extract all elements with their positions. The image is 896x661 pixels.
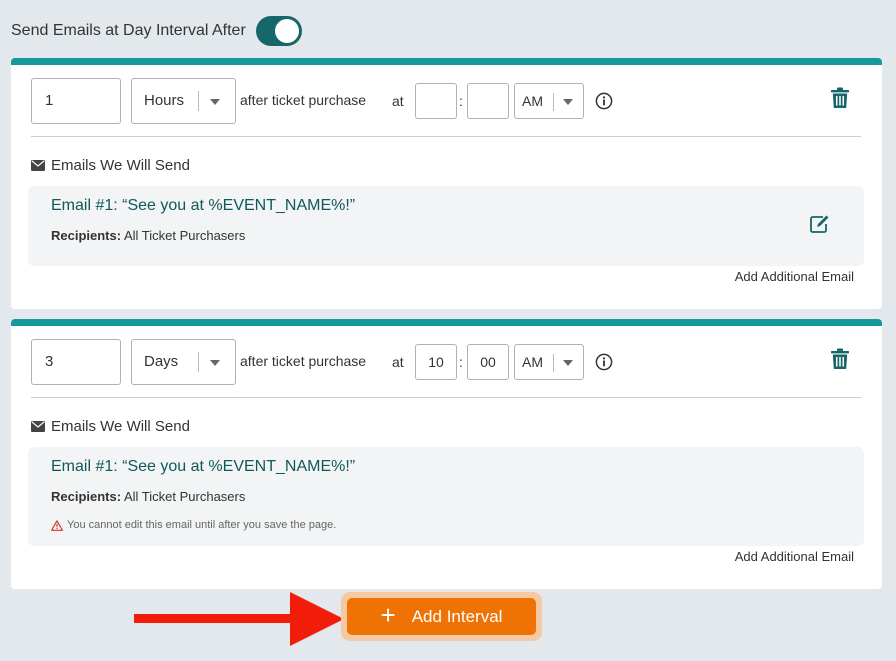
add-interval-button[interactable]: + Add Interval [347,598,536,635]
email-recipients: Recipients: All Ticket Purchasers [51,489,245,504]
recipients-label: Recipients: [51,228,122,243]
recipients-value: All Ticket Purchasers [123,489,246,504]
email-item: Email #1: “See you at %EVENT_NAME%!” Rec… [28,186,864,266]
email-item: Email #1: “See you at %EVENT_NAME%!” Rec… [28,447,864,546]
add-interval-focus-ring: + Add Interval [341,592,542,641]
emails-heading-label: Emails We Will Send [51,156,190,174]
arrow-right-icon [134,592,344,646]
hour-input[interactable] [415,83,457,119]
chevron-down-icon [210,360,220,366]
trash-icon[interactable] [831,348,849,370]
edit-warning: You cannot edit this email until after y… [51,519,336,531]
divider [31,136,861,137]
meridiem-select[interactable]: AM [514,83,584,119]
info-icon[interactable] [595,353,613,371]
edit-warning-text: You cannot edit this email until after y… [67,519,337,531]
email-title: Email #1: “See you at %EVENT_NAME%!” [51,458,356,475]
chevron-down-icon [563,99,573,105]
info-icon[interactable] [595,92,613,110]
interval-settings-row: 1 Hours after ticket purchase at : AM [31,78,861,124]
unit-select-value: Days [144,353,179,370]
time-colon: : [459,93,463,109]
minute-input[interactable]: 00 [467,344,509,380]
unit-select-value: Hours [144,92,185,109]
interval-card: 3 Days after ticket purchase at 10 : 00 … [11,319,882,589]
hour-input[interactable]: 10 [415,344,457,380]
chevron-down-icon [210,99,220,105]
after-purchase-text: after ticket purchase [240,353,367,369]
divider [31,397,861,398]
interval-unit-select[interactable]: Days [131,339,236,385]
recipients-label: Recipients: [51,489,122,504]
meridiem-value: AM [522,354,543,370]
warning-icon [51,519,63,531]
meridiem-value: AM [522,93,543,109]
toggle-knob [274,19,299,43]
email-recipients: Recipients: All Ticket Purchasers [51,228,245,243]
chevron-down-icon [563,360,573,366]
day-interval-toggle-row: Send Emails at Day Interval After [11,14,302,48]
interval-amount-input[interactable]: 1 [31,78,121,124]
envelope-icon [31,420,45,432]
emails-heading-label: Emails We Will Send [51,417,190,435]
at-label: at [392,354,404,370]
toggle-label: Send Emails at Day Interval After [11,22,246,39]
recipients-value: All Ticket Purchasers [123,228,246,243]
after-purchase-text: after ticket purchase [240,92,367,108]
emails-heading: Emails We Will Send [31,154,190,176]
add-interval-label: Add Interval [411,606,503,626]
select-divider [198,352,199,372]
add-additional-email-link[interactable]: Add Additional Email [735,269,854,284]
at-label: at [392,93,404,109]
interval-settings-row: 3 Days after ticket purchase at 10 : 00 … [31,339,861,385]
select-divider [553,354,554,372]
interval-card: 1 Hours after ticket purchase at : AM Em… [11,58,882,309]
email-title: Email #1: “See you at %EVENT_NAME%!” [51,197,356,214]
envelope-icon [31,159,45,171]
add-additional-email-link[interactable]: Add Additional Email [735,549,854,564]
select-divider [198,91,199,111]
select-divider [553,93,554,111]
edit-icon[interactable] [809,214,830,234]
interval-amount-input[interactable]: 3 [31,339,121,385]
minute-input[interactable] [467,83,509,119]
plus-icon: + [380,600,396,630]
time-colon: : [459,354,463,370]
trash-icon[interactable] [831,87,849,109]
day-interval-toggle[interactable] [255,16,302,46]
meridiem-select[interactable]: AM [514,344,584,380]
emails-heading: Emails We Will Send [31,415,190,437]
interval-unit-select[interactable]: Hours [131,78,236,124]
